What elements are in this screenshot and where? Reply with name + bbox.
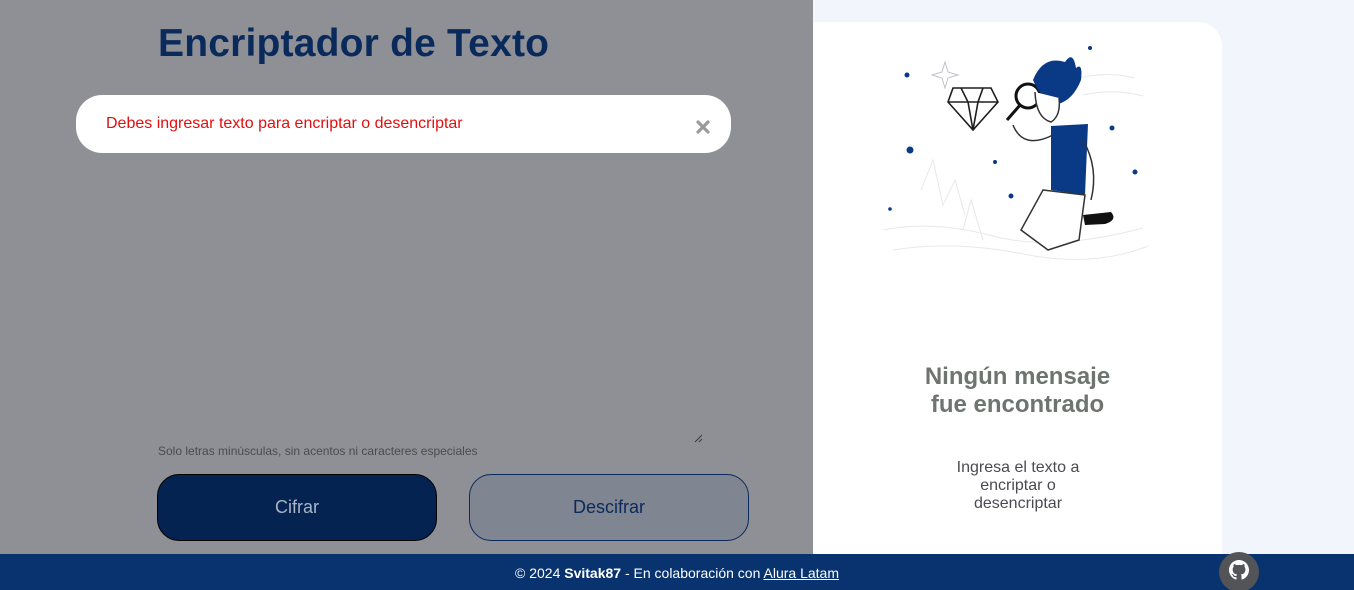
resize-handle-icon[interactable] xyxy=(692,430,703,443)
collab-text: - En colaboración con xyxy=(624,565,761,581)
empty-desc-line-3: desencriptar xyxy=(973,495,1063,512)
empty-desc-line-1: Ingresa el texto a xyxy=(956,459,1080,476)
footer: © 2024 Svitak87 - En colaboración con Al… xyxy=(0,554,1354,590)
empty-state-title: Ningún mensaje fue encontrado xyxy=(813,363,1222,419)
empty-desc-line-2: encriptar o xyxy=(980,477,1056,494)
main-section: Encriptador de Texto Debes ingresar text… xyxy=(0,0,813,554)
empty-title-line-2: fue encontrado xyxy=(930,391,1105,418)
author-name: Svitak87 xyxy=(564,565,622,581)
copyright: © 2024 xyxy=(515,565,561,581)
alert-message: Debes ingresar texto para encriptar o de… xyxy=(106,115,463,132)
input-hint-text: Solo letras minúsculas, sin acentos ni c… xyxy=(158,444,478,458)
footer-text: © 2024 Svitak87 - En colaboración con Al… xyxy=(0,554,1354,590)
encrypt-button[interactable]: Cifrar xyxy=(157,474,437,541)
github-button[interactable] xyxy=(1219,552,1259,590)
person-magnifying-glass-illustration xyxy=(873,40,1153,280)
input-hint: Solo letras minúsculas, sin acentos ni c… xyxy=(158,444,478,458)
text-input-area[interactable] xyxy=(158,160,703,442)
empty-state-description: Ingresa el texto a encriptar o desencrip… xyxy=(943,459,1093,513)
alert-toast: Debes ingresar texto para encriptar o de… xyxy=(76,95,731,153)
output-panel-edge xyxy=(813,22,843,562)
alura-latam-link[interactable]: Alura Latam xyxy=(764,565,839,581)
close-icon[interactable] xyxy=(695,119,711,135)
empty-title-line-1: Ningún mensaje xyxy=(924,363,1111,390)
page-title: Encriptador de Texto xyxy=(158,22,550,65)
github-icon xyxy=(1229,559,1249,585)
decrypt-button[interactable]: Descifrar xyxy=(469,474,749,541)
